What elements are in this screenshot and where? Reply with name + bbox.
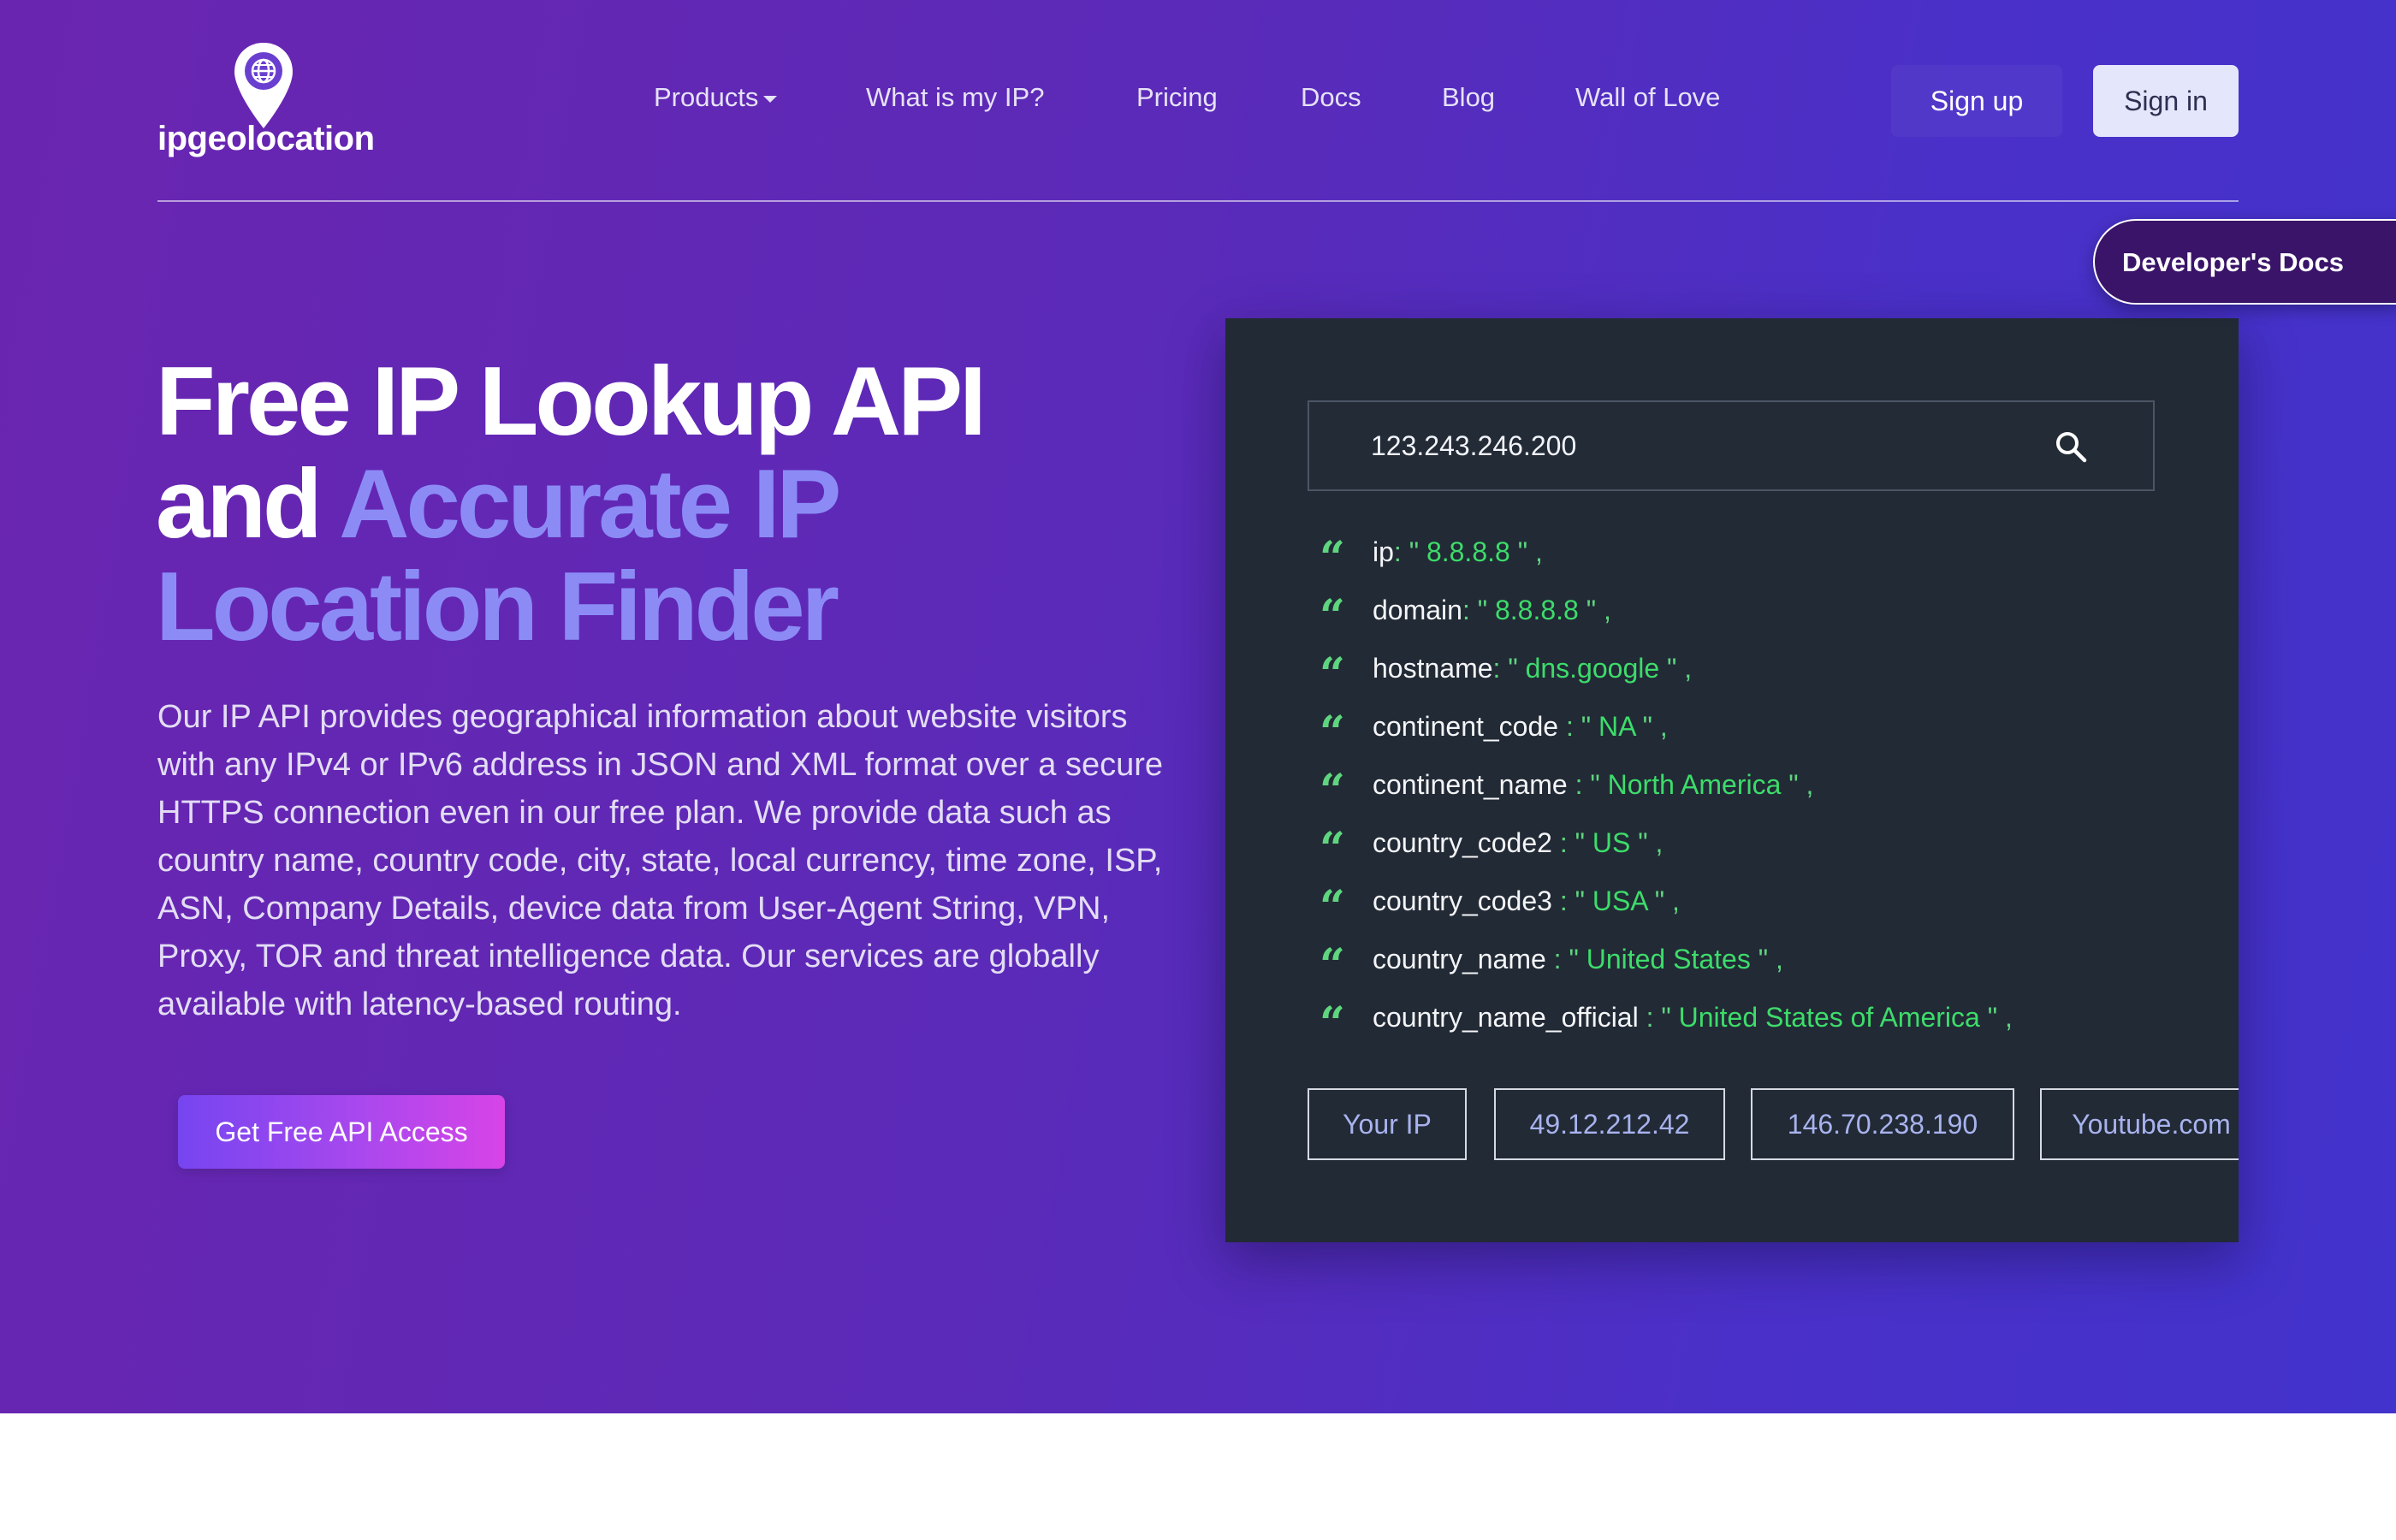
json-separator: : " xyxy=(1393,536,1426,567)
json-row: “ country_code2 : " US " , xyxy=(1320,823,1664,875)
json-key: hostname xyxy=(1373,653,1493,684)
search-icon[interactable] xyxy=(2054,429,2088,464)
json-key: country_code3 xyxy=(1373,886,1552,916)
json-row: “ country_code3 : " USA " , xyxy=(1320,881,1680,933)
json-separator: : " xyxy=(1558,711,1598,742)
quote-icon: “ xyxy=(1320,939,1345,992)
caret-down-icon xyxy=(763,95,778,103)
json-key: continent_code xyxy=(1373,711,1559,742)
json-value: United States of America xyxy=(1678,1002,1980,1033)
json-row: “ country_name : " United States " , xyxy=(1320,939,1783,992)
json-end: " , xyxy=(1634,711,1668,742)
json-end: " , xyxy=(1750,944,1783,974)
json-separator: : " xyxy=(1551,827,1592,858)
json-separator: : " xyxy=(1638,1002,1679,1033)
json-key: country_name_official xyxy=(1373,1002,1639,1033)
quote-icon: “ xyxy=(1320,649,1345,701)
sign-up-button[interactable]: Sign up xyxy=(1891,65,2062,137)
json-row: “ continent_name : " North America " , xyxy=(1320,765,1814,817)
logo-text: ipgeolocation xyxy=(157,120,375,157)
nav-item-wall-of-love[interactable]: Wall of Love xyxy=(1575,82,1720,113)
ip-lookup-panel: “ip: " 8.8.8.8 " , “domain: " 8.8.8.8 " … xyxy=(1225,318,2239,1242)
json-separator: : " xyxy=(1551,886,1592,916)
get-free-api-access-button[interactable]: Get Free API Access xyxy=(178,1095,505,1169)
json-key: country_name xyxy=(1373,944,1546,974)
json-end: " , xyxy=(1781,769,1814,800)
nav-item-label: Products xyxy=(654,82,759,112)
json-end: " , xyxy=(1630,827,1664,858)
nav-item-what-is-my-ip[interactable]: What is my IP? xyxy=(866,82,1044,113)
json-value: North America xyxy=(1607,769,1782,800)
json-response-list: “ip: " 8.8.8.8 " , “domain: " 8.8.8.8 " … xyxy=(1320,532,2175,1056)
json-value: US xyxy=(1592,827,1631,858)
json-value: NA xyxy=(1598,711,1635,742)
json-key: country_code2 xyxy=(1373,827,1552,858)
hero-section: ipgeolocation Products What is my IP? Pr… xyxy=(0,0,2396,1413)
json-row: “ ip: " 8.8.8.8 " , xyxy=(1320,532,1543,584)
json-value: dns.google xyxy=(1525,653,1660,684)
quote-icon: “ xyxy=(1320,998,1345,1050)
json-end: " , xyxy=(1659,653,1693,684)
headline-and: and xyxy=(156,450,323,559)
json-end: " , xyxy=(1646,886,1680,916)
hero-headline: Free IP Lookup API and Accurate IP Locat… xyxy=(156,351,1217,659)
json-row: “ hostname: " dns.google " , xyxy=(1320,649,1693,701)
headline-accent-1: Accurate IP xyxy=(339,450,841,559)
json-value: 8.8.8.8 xyxy=(1494,595,1579,625)
quote-icon: “ xyxy=(1320,532,1345,584)
quote-icon: “ xyxy=(1320,823,1345,875)
json-separator: : " xyxy=(1567,769,1608,800)
json-end: " , xyxy=(1578,595,1611,625)
example-domain-chip[interactable]: Youtube.com xyxy=(2040,1088,2239,1160)
nav-item-products[interactable]: Products xyxy=(654,82,778,113)
nav-item-pricing[interactable]: Pricing xyxy=(1136,82,1218,113)
json-end: " , xyxy=(1979,1002,2013,1033)
quote-icon: “ xyxy=(1320,590,1345,643)
example-ip-chip-your-ip[interactable]: Your IP xyxy=(1308,1088,1467,1160)
json-key: domain xyxy=(1373,595,1462,625)
example-ip-chip[interactable]: 146.70.238.190 xyxy=(1751,1088,2014,1160)
hero-description: Our IP API provides geographical informa… xyxy=(157,699,1163,1022)
json-row: “ country_name_official : " United States… xyxy=(1320,998,2013,1050)
quote-icon: “ xyxy=(1320,881,1345,933)
quote-icon: “ xyxy=(1320,707,1345,759)
json-row: “ domain: " 8.8.8.8 " , xyxy=(1320,590,1611,643)
headline-line-1: Free IP Lookup API xyxy=(156,347,987,456)
json-key: ip xyxy=(1373,536,1394,567)
example-ip-chip[interactable]: 49.12.212.42 xyxy=(1494,1088,1725,1160)
json-value: 8.8.8.8 xyxy=(1426,536,1510,567)
nav-item-blog[interactable]: Blog xyxy=(1442,82,1495,113)
json-value: United States xyxy=(1586,944,1751,974)
json-value: USA xyxy=(1592,886,1647,916)
json-separator: : " xyxy=(1492,653,1526,684)
nav-item-docs[interactable]: Docs xyxy=(1301,82,1361,113)
nav-divider xyxy=(157,200,2239,202)
headline-accent-2: Location Finder xyxy=(156,553,839,661)
quote-icon: “ xyxy=(1320,765,1345,817)
sign-in-button[interactable]: Sign in xyxy=(2093,65,2239,137)
json-separator: : " xyxy=(1545,944,1586,974)
developers-docs-button[interactable]: Developer's Docs xyxy=(2093,219,2396,305)
json-separator: : " xyxy=(1462,595,1495,625)
ip-search-input[interactable] xyxy=(1371,402,2055,489)
ip-search-box xyxy=(1308,400,2155,491)
json-end: " , xyxy=(1509,536,1543,567)
json-key: continent_name xyxy=(1373,769,1568,800)
json-row: “ continent_code : " NA " , xyxy=(1320,707,1668,759)
